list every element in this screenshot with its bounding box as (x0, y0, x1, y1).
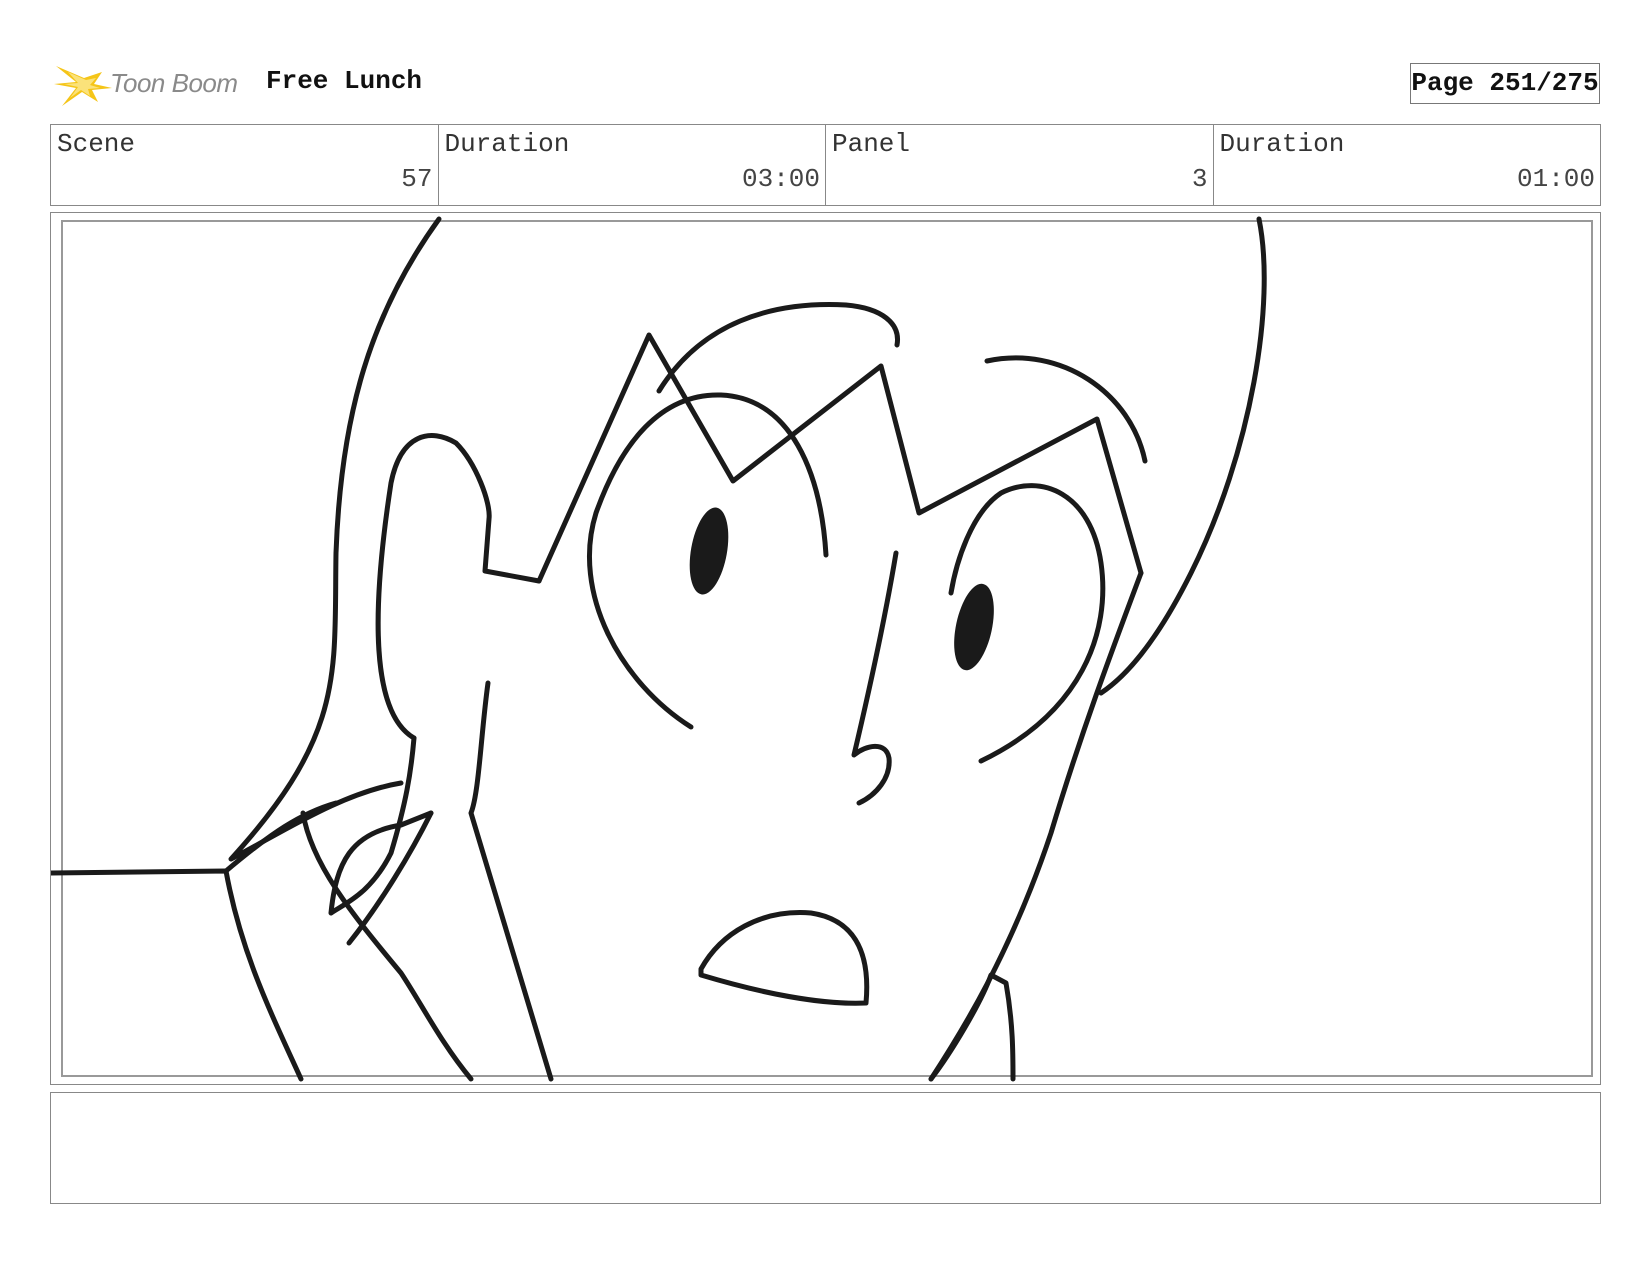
left-pupil (689, 507, 729, 595)
face-left-contour (468, 680, 554, 1082)
collar-right (928, 972, 1016, 1082)
panel-duration-cell: Duration 01:00 (1214, 125, 1601, 205)
nose (851, 550, 899, 806)
scene-cell: Scene 57 (51, 125, 439, 205)
scene-label: Scene (57, 129, 136, 159)
body-left-edge (51, 868, 304, 1082)
toon-boom-logo: Toon Boom (54, 58, 254, 110)
ear (375, 433, 542, 741)
panel-cell: Panel 3 (826, 125, 1214, 205)
mouth (698, 910, 870, 1006)
scene-duration-value: 03:00 (741, 164, 820, 194)
toon-boom-starburst-icon (54, 66, 112, 106)
panel-info-row: Scene 57 Duration 03:00 Panel 3 Duration… (50, 124, 1601, 206)
shoulder-left (328, 735, 434, 916)
panel-duration-value: 01:00 (1516, 164, 1595, 194)
bangs (536, 332, 1144, 584)
hair-right-outline (1098, 216, 1267, 696)
scene-duration-cell: Duration 03:00 (439, 125, 826, 205)
scene-value: 57 (401, 164, 433, 194)
panel-value: 3 (1191, 164, 1208, 194)
hair-left-outline (228, 216, 442, 862)
collar-inner-line (300, 810, 474, 1082)
panel-duration-label: Duration (1219, 129, 1345, 159)
project-title: Free Lunch (266, 66, 423, 96)
scene-duration-label: Duration (444, 129, 570, 159)
safe-frame (61, 220, 1593, 1077)
page-indicator: Page 251/275 (1410, 63, 1600, 104)
storyboard-panel (50, 212, 1601, 1085)
panel-label: Panel (832, 129, 911, 159)
notes-area (50, 1092, 1601, 1204)
panel-drawing (51, 216, 1593, 1082)
logo-text: Toon Boom (110, 68, 238, 98)
right-pupil (954, 583, 994, 671)
head-right-arc (984, 355, 1148, 464)
